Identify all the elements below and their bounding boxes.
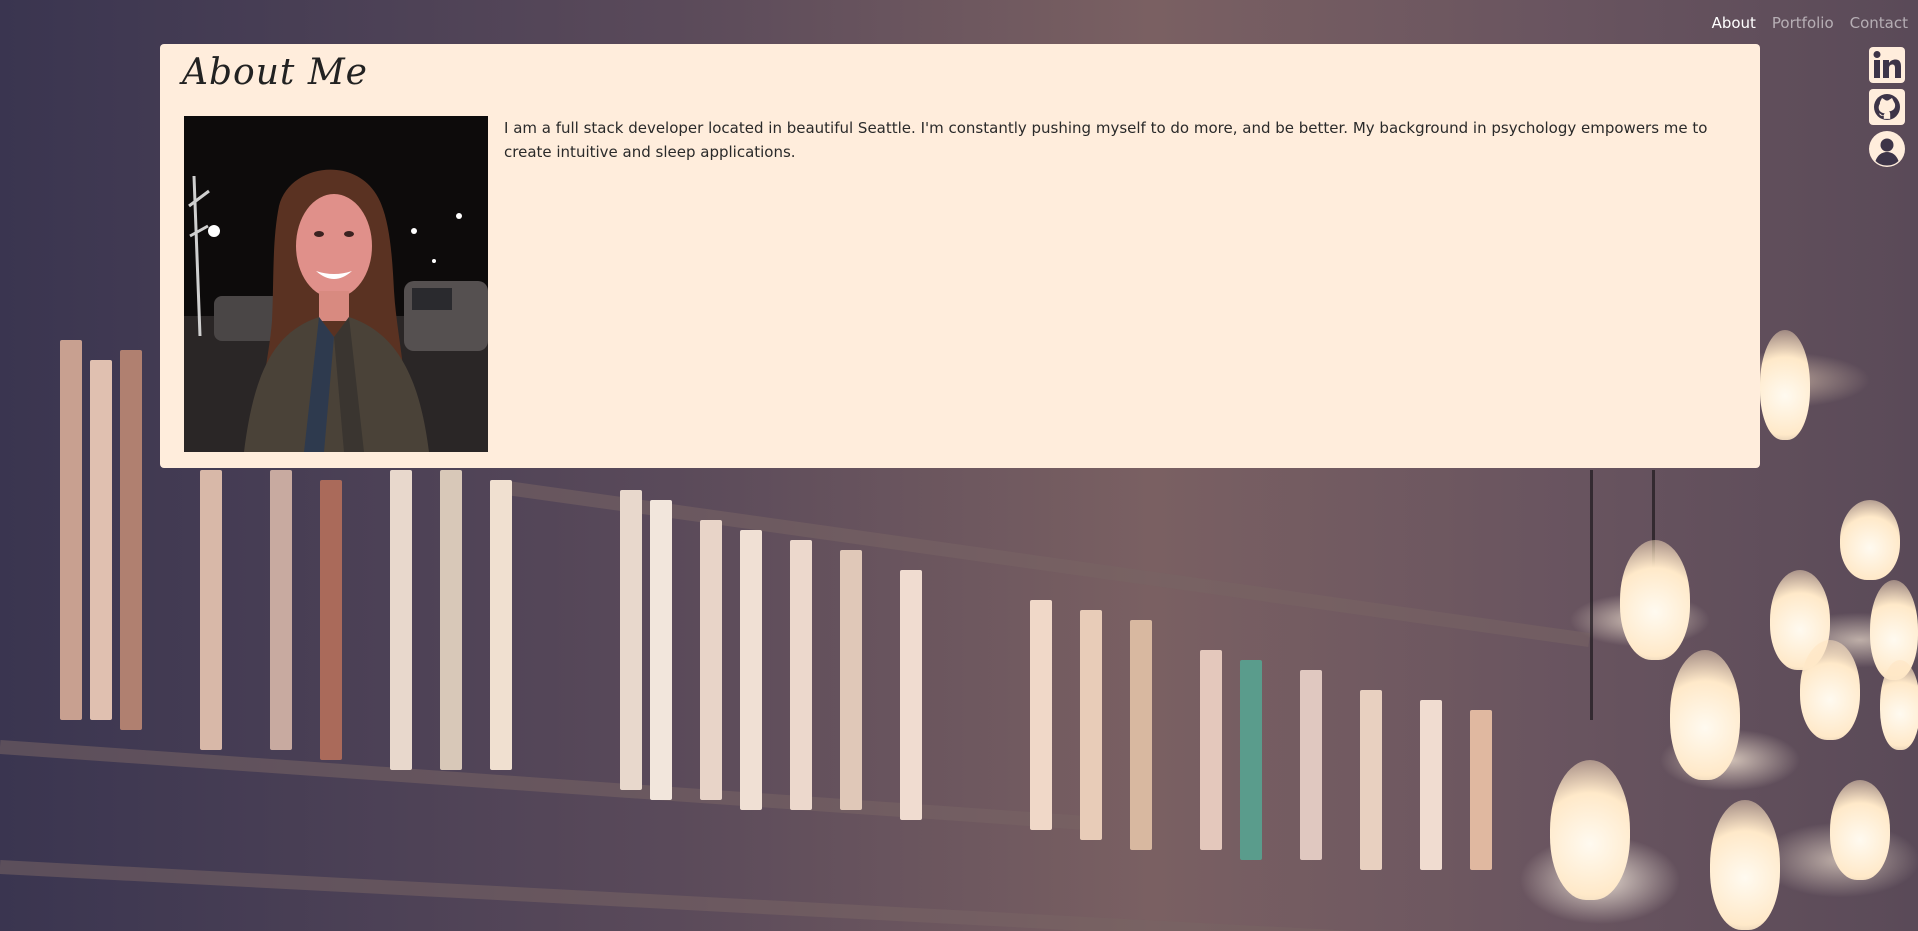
social-links [1868, 46, 1906, 168]
nav-about[interactable]: About [1712, 14, 1756, 32]
profile-photo [184, 116, 488, 452]
top-nav: About Portfolio Contact [1712, 14, 1908, 32]
bio-text: I am a full stack developer located in b… [504, 119, 1708, 161]
linkedin-icon[interactable] [1868, 46, 1906, 84]
about-card: About Me I am a full stack developer loc… [160, 44, 1760, 468]
nav-portfolio[interactable]: Portfolio [1772, 14, 1834, 32]
nav-contact[interactable]: Contact [1850, 14, 1908, 32]
github-icon[interactable] [1868, 88, 1906, 126]
user-icon[interactable] [1868, 130, 1906, 168]
page-title: About Me [182, 52, 368, 93]
